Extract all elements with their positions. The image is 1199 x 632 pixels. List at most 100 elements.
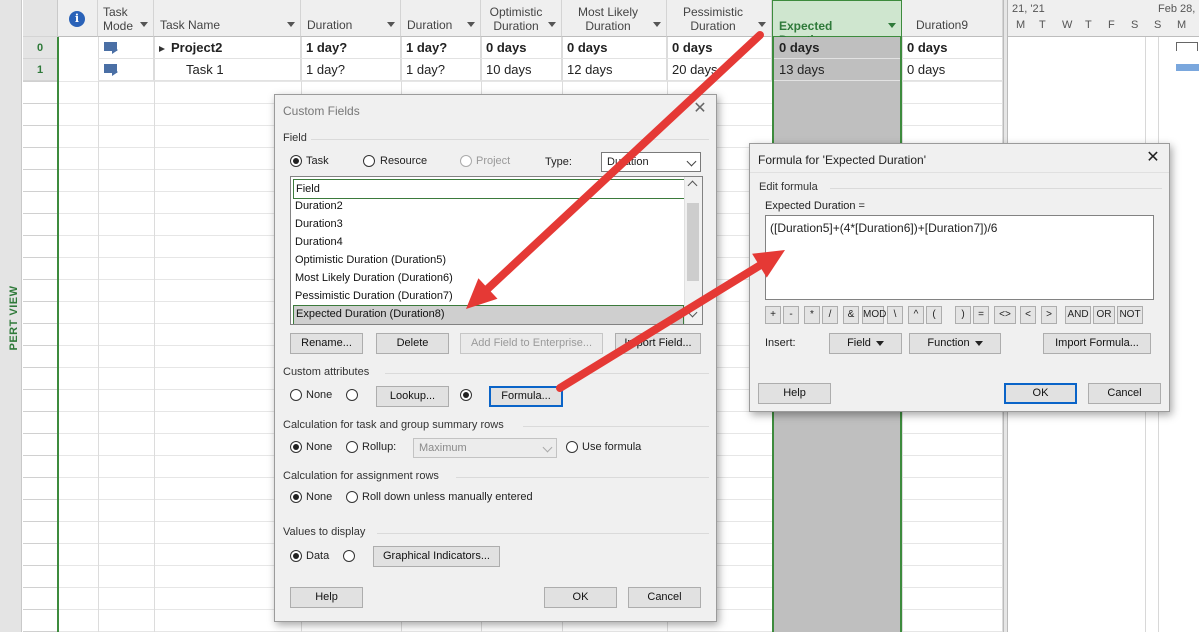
expected-duration-cell[interactable]: 13 days <box>774 59 900 81</box>
field-list-item[interactable]: Duration4 <box>293 233 684 251</box>
optimistic-header[interactable]: Optimistic Duration <box>481 0 562 37</box>
delete-button[interactable]: Delete <box>376 333 449 354</box>
field-list-item[interactable]: Duration9 <box>293 323 684 324</box>
operator-button[interactable]: & <box>843 306 859 324</box>
calc-none-radio[interactable] <box>290 441 302 453</box>
rename-button[interactable]: Rename... <box>290 333 363 354</box>
operator-button[interactable]: NOT <box>1117 306 1143 324</box>
task-mode-cell[interactable] <box>98 37 154 59</box>
formula-textarea[interactable]: ([Duration5]+(4*[Duration6])+[Duration7]… <box>765 215 1154 300</box>
operator-button[interactable]: + <box>765 306 781 324</box>
list-scrollbar[interactable] <box>684 177 702 324</box>
operator-button[interactable]: MOD <box>862 306 886 324</box>
optimistic-cell[interactable]: 10 days <box>481 59 562 81</box>
duration9-cell[interactable]: 0 days <box>902 37 1003 59</box>
ok-button[interactable]: OK <box>544 587 617 608</box>
field-list-item[interactable]: Expected Duration (Duration8) <box>293 305 684 324</box>
pessimistic-cell[interactable]: 0 days <box>667 37 772 59</box>
duration-header-2[interactable]: Duration <box>401 0 481 37</box>
duration-cell-2[interactable]: 1 day? <box>401 59 481 81</box>
assign-none-radio[interactable] <box>290 491 302 503</box>
duration-header[interactable]: Duration <box>301 0 401 37</box>
lookup-button[interactable]: Lookup... <box>376 386 449 407</box>
lookup-radio[interactable] <box>346 389 358 401</box>
type-select[interactable]: Duration <box>601 152 701 172</box>
expected-duration-cell[interactable]: 0 days <box>774 37 900 59</box>
help-button[interactable]: Help <box>290 587 363 608</box>
field-list-item[interactable]: Pessimistic Duration (Duration7) <box>293 287 684 305</box>
view-bar[interactable]: PERT VIEW <box>0 0 22 632</box>
use-formula-radio[interactable] <box>566 441 578 453</box>
insert-field-button[interactable]: Field <box>829 333 902 354</box>
cancel-button[interactable]: Cancel <box>1088 383 1161 404</box>
close-icon[interactable]: ✕ <box>1145 150 1161 166</box>
operator-button[interactable]: ^ <box>908 306 924 324</box>
task-mode-header[interactable]: Task Mode <box>98 0 154 37</box>
rollup-select[interactable]: Maximum <box>413 438 557 458</box>
resource-radio[interactable] <box>363 155 375 167</box>
row-number[interactable]: 0 <box>23 37 58 59</box>
most-likely-cell[interactable]: 0 days <box>562 37 667 59</box>
task-bar[interactable] <box>1176 64 1199 71</box>
graphical-indicators-button[interactable]: Graphical Indicators... <box>373 546 500 567</box>
operator-button[interactable]: < <box>1020 306 1036 324</box>
scroll-thumb[interactable] <box>687 203 699 281</box>
data-radio[interactable] <box>290 550 302 562</box>
import-field-button[interactable]: Import Field... <box>615 333 701 354</box>
pessimistic-cell[interactable]: 20 days <box>667 59 772 81</box>
optimistic-cell[interactable]: 0 days <box>481 37 562 59</box>
custom-fields-dialog[interactable]: Custom Fields ✕ Field Task Resource Proj… <box>274 94 717 622</box>
none-radio[interactable] <box>290 389 302 401</box>
operator-button[interactable]: - <box>783 306 799 324</box>
task-name-cell[interactable]: Task 1 <box>154 59 301 81</box>
ok-button[interactable]: OK <box>1004 383 1077 404</box>
select-all-corner[interactable] <box>23 0 58 37</box>
operator-button[interactable]: \ <box>887 306 903 324</box>
insert-function-button[interactable]: Function <box>909 333 1001 354</box>
task-mode-cell[interactable] <box>98 59 154 81</box>
duration-cell[interactable]: 1 day? <box>301 59 401 81</box>
duration-cell-2[interactable]: 1 day? <box>401 37 481 59</box>
operator-button[interactable]: * <box>804 306 820 324</box>
graphical-indicators-radio[interactable] <box>343 550 355 562</box>
field-list-item[interactable]: Duration3 <box>293 215 684 233</box>
close-icon[interactable]: ✕ <box>692 101 708 117</box>
operator-button[interactable]: <> <box>994 306 1016 324</box>
add-field-to-enterprise-button[interactable]: Add Field to Enterprise... <box>460 333 603 354</box>
indicators-header[interactable]: i <box>58 0 98 37</box>
most-likely-cell[interactable]: 12 days <box>562 59 667 81</box>
operator-button[interactable]: OR <box>1093 306 1115 324</box>
field-list-item[interactable]: Optimistic Duration (Duration5) <box>293 251 684 269</box>
summary-bar[interactable] <box>1176 42 1198 51</box>
operator-button[interactable]: ( <box>926 306 942 324</box>
cancel-button[interactable]: Cancel <box>628 587 701 608</box>
help-button[interactable]: Help <box>758 383 831 404</box>
formula-button[interactable]: Formula... <box>489 386 563 407</box>
field-list-item[interactable]: Duration2 <box>293 197 684 215</box>
formula-radio[interactable] <box>460 389 472 401</box>
roll-down-radio[interactable] <box>346 491 358 503</box>
scroll-up-icon[interactable] <box>687 180 698 191</box>
task-radio[interactable] <box>290 155 302 167</box>
timescale[interactable]: 21, '21 Feb 28, MTWTFSSM <box>1008 0 1199 37</box>
pessimistic-header[interactable]: Pessimistic Duration <box>667 0 772 37</box>
project-radio[interactable] <box>460 155 472 167</box>
operator-button[interactable]: ) <box>955 306 971 324</box>
duration9-header[interactable]: Duration9 <box>902 0 1003 37</box>
operator-button[interactable]: > <box>1041 306 1057 324</box>
operator-button[interactable]: = <box>973 306 989 324</box>
operator-button[interactable]: / <box>822 306 838 324</box>
task-name-header[interactable]: Task Name <box>154 0 301 37</box>
expected-duration-header[interactable]: Expected Duration <box>772 0 902 47</box>
duration-cell[interactable]: 1 day? <box>301 37 401 59</box>
duration9-cell[interactable]: 0 days <box>902 59 1003 81</box>
field-list-item[interactable]: Most Likely Duration (Duration6) <box>293 269 684 287</box>
table-row[interactable]: Project2 <box>154 37 301 59</box>
formula-dialog[interactable]: Formula for 'Expected Duration' ✕ Edit f… <box>749 143 1170 412</box>
import-formula-button[interactable]: Import Formula... <box>1043 333 1151 354</box>
row-number[interactable]: 1 <box>23 59 58 81</box>
operator-button[interactable]: AND <box>1065 306 1091 324</box>
field-list[interactable]: Field Duration2 Duration3 Duration4 Optimis… <box>290 176 703 325</box>
most-likely-header[interactable]: Most Likely Duration <box>562 0 667 37</box>
rollup-radio[interactable] <box>346 441 358 453</box>
